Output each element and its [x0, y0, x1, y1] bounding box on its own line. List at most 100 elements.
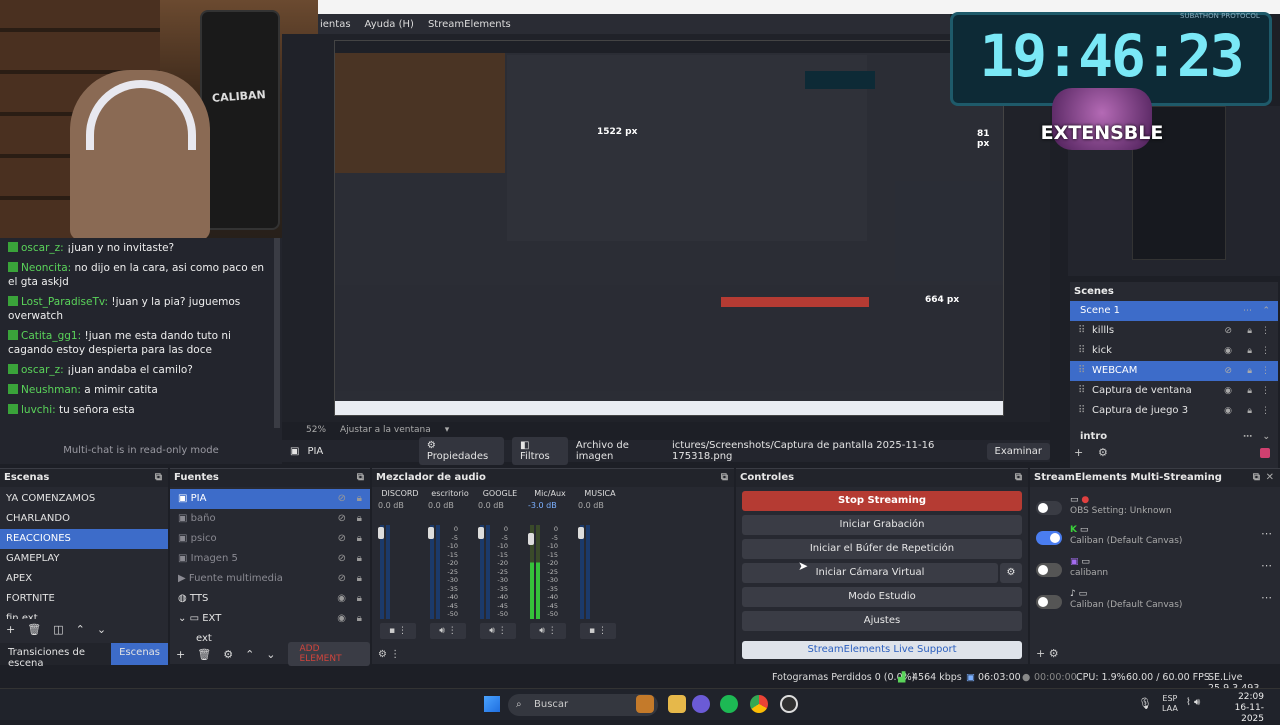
trash-icon[interactable]: 🗑︎	[27, 623, 41, 636]
source-row[interactable]: ▣ Imagen 5 🔒︎ ⊘	[170, 549, 370, 569]
source-row[interactable]: ◍ TTS 🔒︎ ◉	[170, 589, 370, 609]
mixer-settings-icon[interactable]: ⚙ ⋮	[378, 649, 400, 660]
network-icon[interactable]: ⌇ 🔊︎	[1186, 697, 1200, 708]
volume-fader[interactable]	[428, 527, 434, 539]
menu-streamelements[interactable]: StreamElements	[426, 19, 513, 30]
hidden-icon[interactable]: ⊘	[1224, 321, 1232, 341]
eye-icon[interactable]: ◉	[337, 609, 346, 629]
hidden-icon[interactable]: ⊘	[1224, 361, 1232, 381]
undock-icon[interactable]: ⧉	[357, 469, 364, 487]
source-row[interactable]: ▣ PIA 🔒︎ ⊘	[170, 489, 370, 509]
more-icon[interactable]: ⋮	[1261, 321, 1270, 341]
chevron-down-icon[interactable]: ⌄	[178, 613, 190, 624]
hidden-icon[interactable]: ⊘	[338, 529, 346, 549]
zoom-level[interactable]: 52%	[306, 425, 326, 435]
source-row[interactable]: ▣ baño 🔒︎ ⊘	[170, 509, 370, 529]
hidden-icon[interactable]: ⊘	[338, 509, 346, 529]
destination-toggle[interactable]	[1036, 563, 1062, 577]
chevron-up-icon[interactable]: ⌃	[245, 648, 254, 661]
lock-icon[interactable]: 🔒︎	[357, 549, 362, 569]
speaker-button[interactable]: 🔊︎ ⋮	[480, 623, 516, 639]
scene-source-item[interactable]: ⠿ kick ⋮ 🔒︎ ◉	[1070, 341, 1278, 361]
source-row[interactable]: ext	[170, 629, 370, 641]
chevron-up-icon[interactable]: ⌃	[1262, 301, 1270, 321]
more-icon[interactable]: ⋯	[1261, 559, 1272, 572]
lock-icon[interactable]: 🔒︎	[1247, 401, 1252, 421]
lock-icon[interactable]: 🔒︎	[1247, 321, 1252, 341]
speaker-button[interactable]: 🔊︎ ⋮	[530, 623, 566, 639]
scene-source-item[interactable]: ⠿ WEBCAM ⋮ 🔒︎ ⊘	[1070, 361, 1278, 381]
grip-icon[interactable]: ⠿	[1078, 381, 1085, 401]
destination-toggle[interactable]	[1036, 501, 1062, 515]
scene-row[interactable]: CHARLANDO	[0, 509, 168, 529]
scene-row[interactable]: YA COMENZAMOS	[0, 489, 168, 509]
mute-button[interactable]: ▪ ⋮	[580, 623, 616, 639]
add-element-button[interactable]: ADD ELEMENT	[287, 642, 370, 666]
lock-icon[interactable]: 🔒︎	[1247, 381, 1252, 401]
gear-icon[interactable]: ⚙	[1098, 446, 1108, 459]
settings-button[interactable]: Ajustes	[742, 611, 1022, 631]
chevron-down-icon[interactable]: ▾	[445, 425, 450, 435]
volume-fader[interactable]	[478, 527, 484, 539]
lock-icon[interactable]: 🔒︎	[1247, 361, 1252, 381]
zoom-fit-dropdown[interactable]: Ajustar a la ventana	[340, 425, 431, 435]
discord-icon[interactable]	[692, 695, 710, 713]
undock-icon[interactable]: ⧉	[1015, 469, 1022, 487]
lock-icon[interactable]: 🔒︎	[357, 569, 362, 589]
grip-icon[interactable]: ⠿	[1078, 341, 1085, 361]
more-icon[interactable]: ⋯	[1261, 527, 1272, 540]
scene-source-item[interactable]: ⠿ killls ⋮ 🔒︎ ⊘	[1070, 321, 1278, 341]
start-virtual-camera-button[interactable]: Iniciar Cámara Virtual	[742, 563, 998, 583]
lock-icon[interactable]: 🔒︎	[357, 609, 362, 629]
chevron-down-icon[interactable]: ⌄	[97, 623, 106, 636]
hidden-icon[interactable]: ⊘	[338, 569, 346, 589]
microphone-icon[interactable]: 🎙︎	[1138, 697, 1152, 710]
more-icon[interactable]: ⋯	[1243, 427, 1252, 447]
hidden-icon[interactable]: ⊘	[338, 489, 346, 509]
trash-icon[interactable]: 🗑︎	[197, 648, 211, 661]
more-icon[interactable]: ⋮	[1261, 361, 1270, 381]
filter-icon[interactable]: ◫	[53, 623, 63, 636]
grip-icon[interactable]: ⠿	[1078, 401, 1085, 421]
obs-icon[interactable]	[780, 695, 798, 713]
destination-toggle[interactable]	[1036, 531, 1062, 545]
source-row[interactable]: ▶ Fuente multimedia 🔒︎ ⊘	[170, 569, 370, 589]
lock-icon[interactable]: 🔒︎	[357, 509, 362, 529]
scene-row[interactable]: FORTNITE	[0, 589, 168, 609]
image-path[interactable]: ictures/Screenshots/Captura de pantalla …	[672, 440, 979, 462]
taskbar-clock[interactable]: 22:09 16-11-2025	[1214, 692, 1264, 725]
more-icon[interactable]: ⋯	[1261, 591, 1272, 604]
properties-button[interactable]: ⚙ Propiedades	[418, 437, 505, 465]
eye-icon[interactable]: ◉	[1224, 341, 1232, 361]
tab-scenes[interactable]: Escenas	[111, 643, 168, 665]
lock-icon[interactable]: 🔒︎	[1247, 341, 1252, 361]
undock-icon[interactable]: ⧉	[155, 469, 162, 487]
scene-item[interactable]: intro ⌄ ⋯	[1070, 427, 1278, 447]
scene-source-item[interactable]: ⠿ Captura de juego 3 ⋮ 🔒︎ ◉	[1070, 401, 1278, 421]
scene-row[interactable]: APEX	[0, 569, 168, 589]
chevron-down-icon[interactable]: ⌄	[1262, 427, 1270, 447]
more-icon[interactable]: ⋮	[1261, 341, 1270, 361]
scene-item[interactable]: Scene 1 ⌃ ⋯	[1070, 301, 1278, 321]
more-icon[interactable]: ⋮	[1261, 401, 1270, 421]
volume-fader[interactable]	[528, 533, 534, 545]
chat-scrollbar[interactable]	[274, 238, 280, 428]
browse-button[interactable]: Examinar	[986, 442, 1050, 460]
more-icon[interactable]: ⋮	[1261, 381, 1270, 401]
lock-icon[interactable]: 🔒︎	[357, 489, 362, 509]
undock-icon[interactable]: ⧉	[1253, 469, 1260, 487]
source-row[interactable]: ⌄ ▭ EXT 🔒︎ ◉	[170, 609, 370, 629]
hidden-icon[interactable]: ⊘	[338, 549, 346, 569]
stop-streaming-button[interactable]: Stop Streaming	[742, 491, 1022, 511]
spotify-icon[interactable]	[720, 695, 738, 713]
eye-icon[interactable]: ◉	[1224, 401, 1232, 421]
gear-icon[interactable]: ⚙	[1000, 563, 1022, 583]
more-icon[interactable]: ⋯	[1243, 301, 1252, 321]
scene-source-item[interactable]: ⠿ Captura de ventana ⋮ 🔒︎ ◉	[1070, 381, 1278, 401]
eye-icon[interactable]: ◉	[1224, 381, 1232, 401]
grip-icon[interactable]: ⠿	[1078, 321, 1085, 341]
filters-button[interactable]: ◧ Filtros	[512, 437, 568, 465]
volume-fader[interactable]	[578, 527, 584, 539]
gear-icon[interactable]: ⚙	[223, 648, 233, 661]
start-replay-buffer-button[interactable]: Iniciar el Búfer de Repetición	[742, 539, 1022, 559]
